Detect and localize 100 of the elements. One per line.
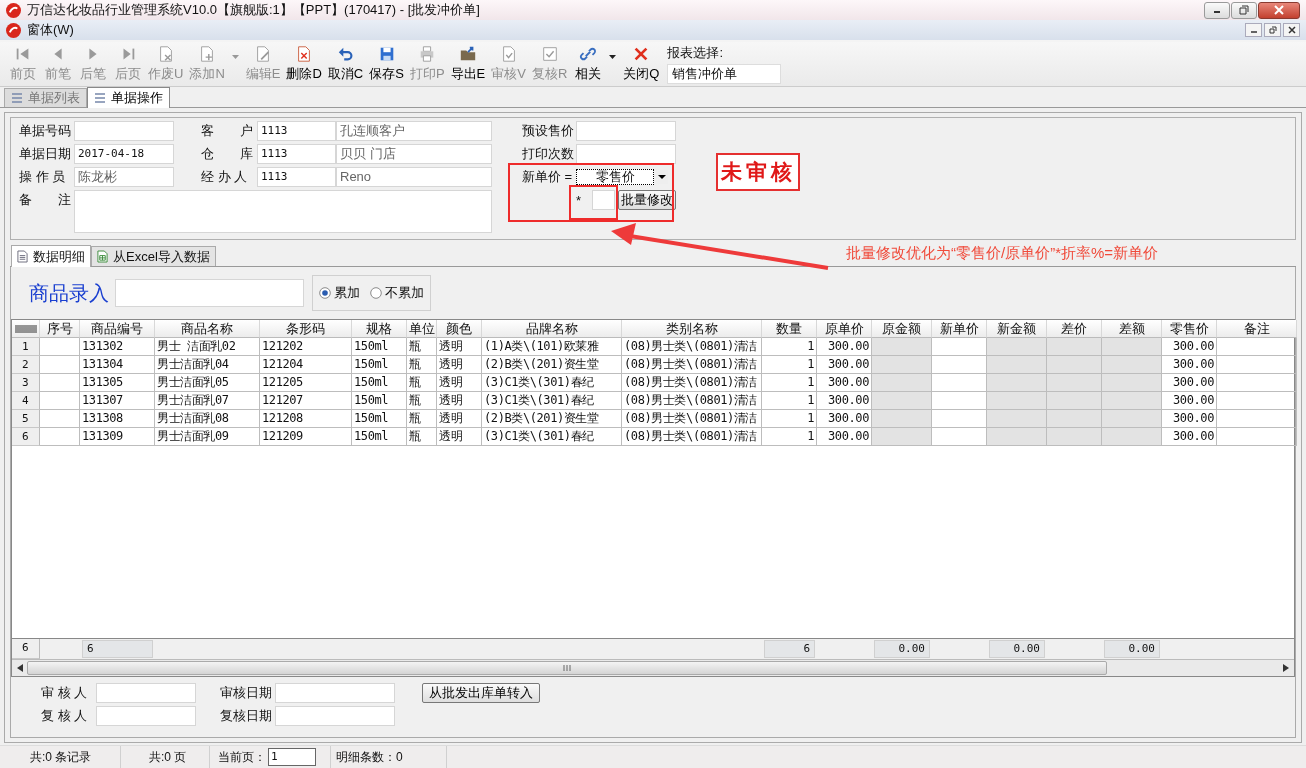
toolbar-button[interactable]: 保存S xyxy=(367,43,406,85)
column-header[interactable]: 差价 xyxy=(1047,320,1102,338)
minimize-button[interactable] xyxy=(1204,1,1230,19)
current-page-label: 当前页： xyxy=(218,748,266,766)
grid-menu-icon[interactable] xyxy=(14,324,37,333)
field-label: 复 核 人 xyxy=(41,707,89,725)
document-icon xyxy=(17,250,28,263)
table-cell: 瓶 xyxy=(407,338,437,356)
product-entry-field[interactable] xyxy=(115,279,304,307)
tab[interactable]: 单据操作 xyxy=(87,87,170,108)
radio-button[interactable]: 累加 xyxy=(319,284,360,302)
field-label: 打印次数 xyxy=(522,145,575,163)
column-header[interactable]: 序号 xyxy=(40,320,80,338)
input-field[interactable] xyxy=(576,144,676,164)
table-cell: 透明 xyxy=(437,374,482,392)
table-cell: 300.00 xyxy=(1162,428,1217,446)
table-cell: 300.00 xyxy=(1162,338,1217,356)
folder-icon xyxy=(458,45,477,63)
table-cell: 150ml xyxy=(352,338,407,356)
table-cell: 1 xyxy=(762,392,817,410)
field-label: 仓 库 xyxy=(201,145,254,163)
column-header[interactable]: 原单价 xyxy=(817,320,872,338)
input-field[interactable]: Reno xyxy=(336,167,492,187)
input-field[interactable] xyxy=(576,121,676,141)
input-field[interactable]: 陈龙彬 xyxy=(74,167,174,187)
column-header[interactable]: 颜色 xyxy=(437,320,482,338)
radio-icon[interactable] xyxy=(319,287,331,299)
horizontal-scrollbar[interactable] xyxy=(12,659,1294,676)
scrollbar-thumb[interactable] xyxy=(27,661,1107,675)
input-field[interactable] xyxy=(96,706,196,726)
checkbox-icon xyxy=(540,45,559,63)
input-field[interactable] xyxy=(275,683,395,703)
column-header[interactable]: 新单价 xyxy=(932,320,987,338)
transfer-button[interactable]: 从批发出库单转入 xyxy=(422,683,540,703)
window-title: 万信达化妆品行业管理系统V10.0【旗舰版:1】【PPT】(170417) - [批发冲价单] xyxy=(27,1,480,19)
table-cell: 瓶 xyxy=(407,374,437,392)
column-header[interactable]: 差额 xyxy=(1102,320,1162,338)
column-header[interactable]: 条形码 xyxy=(260,320,352,338)
batch-edit-button[interactable]: 批量修改 xyxy=(618,190,676,210)
dropdown-caret-icon[interactable] xyxy=(609,55,617,59)
column-header[interactable]: 类别名称 xyxy=(622,320,762,338)
menu-item[interactable]: 窗体(W) xyxy=(27,21,74,39)
table-cell: 1 xyxy=(762,338,817,356)
column-header[interactable]: 原金额 xyxy=(872,320,932,338)
table-cell: 150ml xyxy=(352,374,407,392)
rate-field[interactable] xyxy=(592,190,615,210)
column-header[interactable]: 零售价 xyxy=(1162,320,1217,338)
table-cell: (2)B类\(201)资生堂 xyxy=(482,410,622,428)
table-cell: 瓶 xyxy=(407,356,437,374)
row-number: 3 xyxy=(12,374,40,392)
toolbar-button[interactable]: 导出E xyxy=(448,43,488,85)
input-field[interactable]: 孔连顺客户 xyxy=(336,121,492,141)
radio-button[interactable]: 不累加 xyxy=(370,284,424,302)
input-field[interactable]: 1113 xyxy=(257,144,336,164)
close-button[interactable] xyxy=(1258,1,1300,19)
table-cell: 男士洁面乳09 xyxy=(155,428,260,446)
toolbar-button[interactable]: 关闭Q xyxy=(621,43,662,85)
input-field[interactable] xyxy=(275,706,395,726)
column-header[interactable]: 新金额 xyxy=(987,320,1047,338)
input-field[interactable] xyxy=(74,121,174,141)
column-header[interactable]: 商品名称 xyxy=(155,320,260,338)
table-cell: (08)男士类\(0801)清洁 xyxy=(622,356,762,374)
radio-icon[interactable] xyxy=(370,287,382,299)
table-cell: 150ml xyxy=(352,356,407,374)
table-cell: 1 xyxy=(762,356,817,374)
column-header[interactable]: 品牌名称 xyxy=(482,320,622,338)
input-field[interactable]: 2017-04-18 xyxy=(74,144,174,164)
minimize-button[interactable] xyxy=(1245,23,1262,37)
row-number: 4 xyxy=(12,392,40,410)
input-field[interactable]: 贝贝 门店 xyxy=(336,144,492,164)
table-cell: 121207 xyxy=(260,392,352,410)
link-icon xyxy=(578,45,597,63)
current-page-field[interactable]: 1 xyxy=(268,748,316,766)
toolbar-button[interactable]: 删除D xyxy=(284,43,324,85)
toolbar-button[interactable]: 取消C xyxy=(325,43,366,85)
table-cell: 300.00 xyxy=(1162,410,1217,428)
column-header[interactable]: 单位 xyxy=(407,320,437,338)
app-logo-icon xyxy=(6,2,21,18)
table-cell: 透明 xyxy=(437,428,482,446)
tab[interactable]: 单据列表 xyxy=(4,88,87,107)
scroll-right-arrow-icon[interactable] xyxy=(1283,664,1289,672)
tab[interactable]: 从Excel导入数据 xyxy=(91,246,216,266)
column-header[interactable]: 数量 xyxy=(762,320,817,338)
input-field[interactable]: 1113 xyxy=(257,121,336,141)
toolbar-button[interactable]: 相关 xyxy=(571,43,605,85)
multiply-sign: * xyxy=(576,192,582,208)
list-icon xyxy=(94,92,106,104)
column-header[interactable]: 规格 xyxy=(352,320,407,338)
detail-count: 明细条数：0 xyxy=(331,746,447,768)
input-field[interactable]: 1113 xyxy=(257,167,336,187)
table-cell: 1 xyxy=(762,410,817,428)
close-button[interactable] xyxy=(1283,23,1300,37)
report-select-field[interactable]: 销售冲价单 xyxy=(667,64,782,84)
table-cell: 131308 xyxy=(80,410,155,428)
remark-field[interactable] xyxy=(74,190,492,233)
scroll-left-arrow-icon[interactable] xyxy=(17,664,23,672)
input-field[interactable] xyxy=(96,683,196,703)
column-header[interactable]: 商品编号 xyxy=(80,320,155,338)
column-header[interactable]: 备注 xyxy=(1217,320,1297,338)
tab[interactable]: 数据明细 xyxy=(11,245,91,267)
